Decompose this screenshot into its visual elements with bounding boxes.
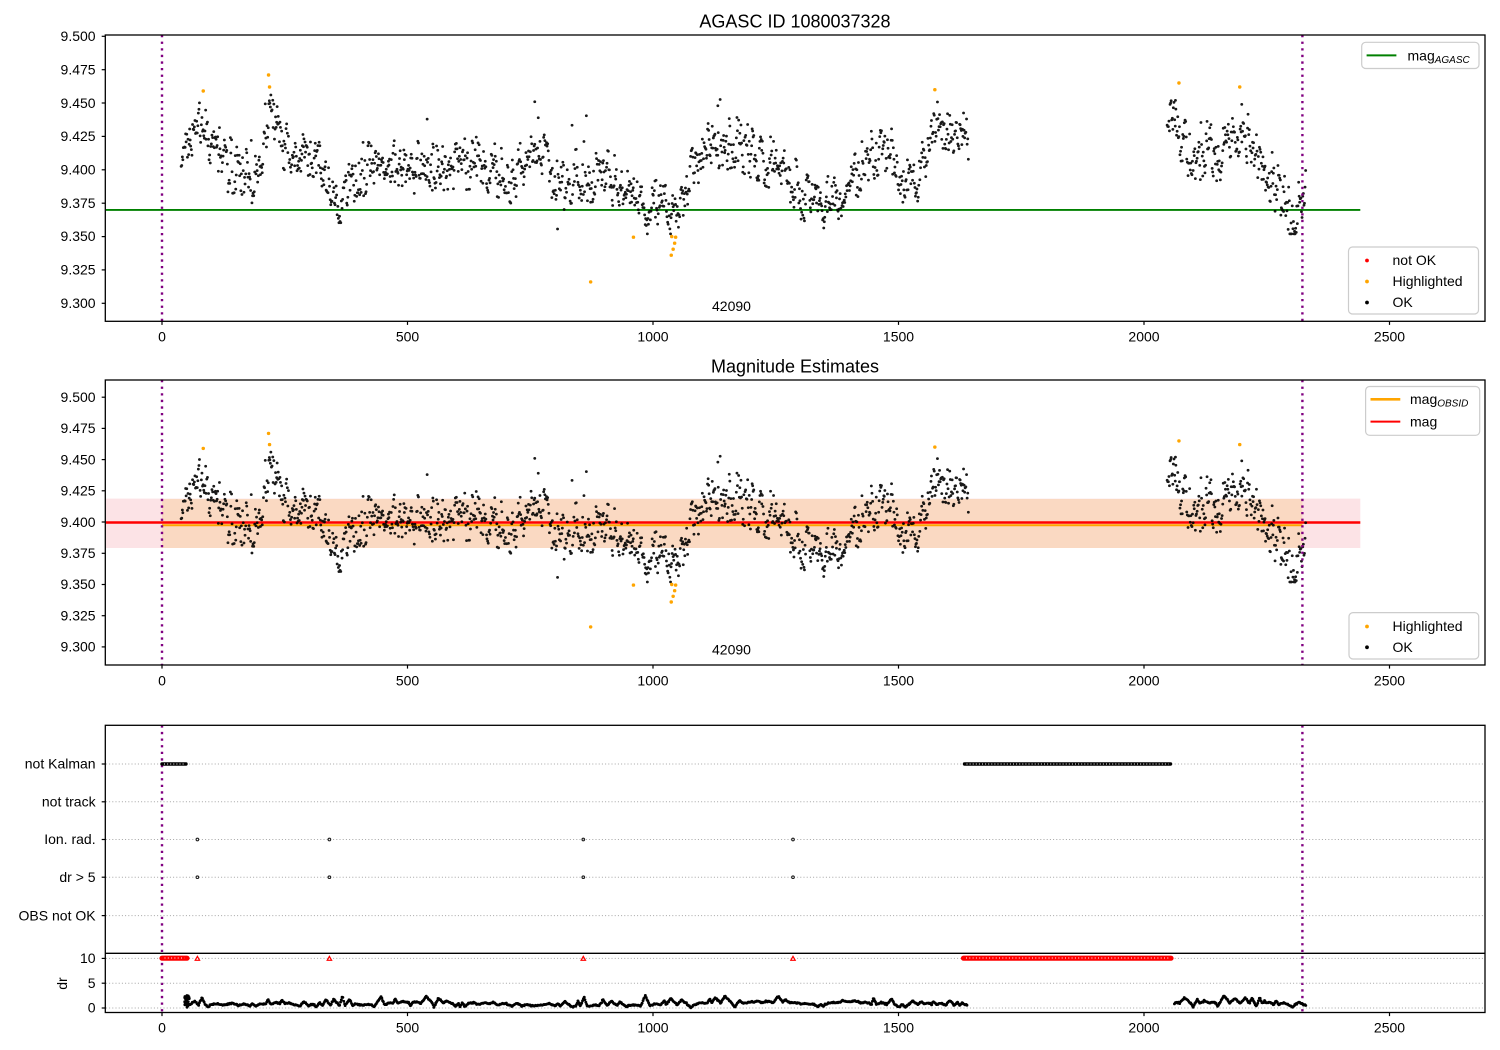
svg-text:2000: 2000: [1128, 1020, 1159, 1036]
svg-text:9.350: 9.350: [61, 576, 96, 592]
svg-text:not OK: not OK: [1393, 252, 1437, 268]
svg-text:0: 0: [88, 1000, 96, 1016]
svg-text:9.375: 9.375: [61, 195, 96, 211]
svg-text:0: 0: [158, 329, 166, 345]
svg-text:500: 500: [396, 672, 420, 688]
svg-text:500: 500: [396, 329, 420, 345]
svg-text:9.475: 9.475: [61, 61, 96, 77]
svg-text:42090: 42090: [712, 642, 751, 658]
svg-text:not Kalman: not Kalman: [25, 756, 96, 772]
svg-text:Highlighted: Highlighted: [1393, 273, 1463, 289]
svg-text:2000: 2000: [1128, 672, 1159, 688]
svg-text:9.500: 9.500: [61, 28, 96, 44]
svg-text:AGASC ID 1080037328: AGASC ID 1080037328: [699, 12, 890, 32]
svg-text:0: 0: [158, 672, 166, 688]
svg-text:2500: 2500: [1374, 329, 1405, 345]
svg-text:OK: OK: [1393, 639, 1414, 655]
svg-text:9.500: 9.500: [61, 389, 96, 405]
svg-text:10: 10: [80, 950, 96, 966]
svg-text:9.325: 9.325: [61, 262, 96, 278]
svg-text:9.475: 9.475: [61, 420, 96, 436]
svg-text:2500: 2500: [1374, 672, 1405, 688]
svg-text:9.400: 9.400: [61, 162, 96, 178]
svg-text:500: 500: [396, 1020, 420, 1036]
svg-text:9.350: 9.350: [61, 228, 96, 244]
svg-text:Highlighted: Highlighted: [1393, 618, 1463, 634]
svg-text:2500: 2500: [1374, 1020, 1405, 1036]
svg-text:dr: dr: [54, 977, 70, 990]
svg-text:9.300: 9.300: [61, 295, 96, 311]
svg-text:9.400: 9.400: [61, 514, 96, 530]
svg-text:0: 0: [158, 1020, 166, 1036]
svg-text:Ion. rad.: Ion. rad.: [44, 831, 95, 847]
svg-text:1500: 1500: [883, 1020, 914, 1036]
svg-text:9.450: 9.450: [61, 95, 96, 111]
svg-text:OBS not OK: OBS not OK: [19, 907, 97, 923]
svg-text:1000: 1000: [637, 1020, 668, 1036]
svg-text:mag: mag: [1410, 413, 1437, 429]
svg-text:not track: not track: [42, 794, 97, 810]
svg-text:1500: 1500: [883, 329, 914, 345]
svg-text:9.450: 9.450: [61, 451, 96, 467]
svg-text:dr > 5: dr > 5: [59, 869, 95, 885]
svg-text:9.300: 9.300: [61, 639, 96, 655]
svg-text:9.325: 9.325: [61, 607, 96, 623]
svg-text:OK: OK: [1393, 294, 1414, 310]
svg-text:1500: 1500: [883, 672, 914, 688]
svg-text:9.425: 9.425: [61, 483, 96, 499]
svg-text:9.375: 9.375: [61, 545, 96, 561]
svg-text:1000: 1000: [637, 672, 668, 688]
svg-text:1000: 1000: [637, 329, 668, 345]
svg-text:42090: 42090: [712, 298, 751, 314]
svg-text:Magnitude Estimates: Magnitude Estimates: [711, 357, 879, 377]
svg-text:9.425: 9.425: [61, 128, 96, 144]
svg-text:5: 5: [88, 975, 96, 991]
svg-text:2000: 2000: [1128, 329, 1159, 345]
